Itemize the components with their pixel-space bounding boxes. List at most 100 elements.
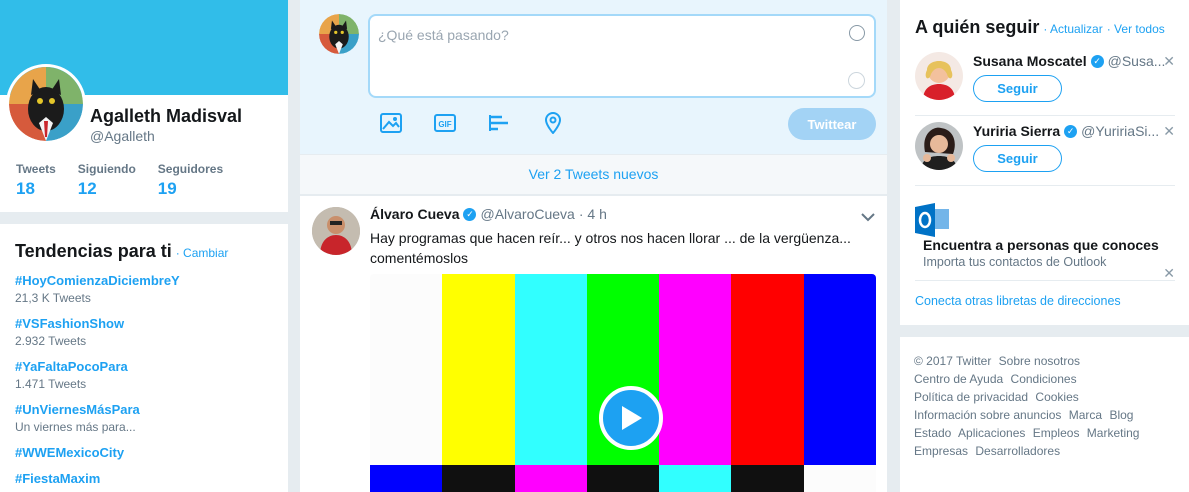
wtf-title: A quién seguir	[915, 17, 1040, 37]
trend-item[interactable]: #WWEMexicoCity	[15, 445, 273, 460]
footer-link[interactable]: Empleos	[1033, 426, 1080, 440]
color-bars-bottom	[370, 465, 876, 492]
tweet[interactable]: Álvaro Cueva ✓ @AlvaroCueva · 4 h Hay pr…	[300, 196, 887, 492]
user-handle[interactable]: @YuririaSi...	[1081, 123, 1159, 139]
footer-link[interactable]: Desarrolladores	[975, 444, 1060, 458]
user-handle[interactable]: @Susa...	[1108, 53, 1166, 69]
footer: © 2017 Twitter Sobre nosotros Centro de …	[900, 337, 1189, 492]
user-name-row: Yuriria Sierra ✓ @YuririaSi...	[973, 123, 1159, 139]
svg-text:GIF: GIF	[438, 120, 451, 129]
user-name[interactable]: Yuriria Sierra	[973, 123, 1060, 139]
tweet-video[interactable]	[370, 274, 876, 492]
footer-link[interactable]: Centro de Ayuda	[914, 372, 1003, 386]
chevron-down-icon[interactable]	[861, 209, 875, 222]
refresh-link[interactable]: · Actualizar	[1043, 22, 1102, 36]
footer-link[interactable]: Estado	[914, 426, 951, 440]
outlook-import[interactable]: Encuentra a personas que conoces Importa…	[915, 203, 1175, 281]
outlook-subtitle: Importa tus contactos de Outlook	[923, 255, 1107, 269]
tweet-text: Hay programas que hacen reír... y otros …	[370, 230, 851, 266]
location-icon[interactable]	[542, 112, 564, 134]
footer-link[interactable]: Marketing	[1087, 426, 1140, 440]
stat-label: Siguiendo	[77, 162, 136, 176]
dismiss-icon[interactable]: ✕	[1163, 265, 1175, 282]
footer-line: Información sobre anuncios Marca Blog	[914, 406, 1175, 424]
trend-name[interactable]: #VSFashionShow	[15, 316, 273, 331]
footer-link[interactable]: Condiciones	[1011, 372, 1077, 386]
trends-change-link[interactable]: · Cambiar	[176, 246, 229, 260]
trends-card: Tendencias para ti · Cambiar #HoyComienz…	[0, 224, 288, 492]
footer-line: Centro de Ayuda Condiciones	[914, 370, 1175, 388]
trend-item[interactable]: #UnViernesMásPara Un viernes más para...	[15, 402, 273, 434]
tweet-header: Álvaro Cueva ✓ @AlvaroCueva · 4 h	[370, 206, 607, 222]
composer-avatar[interactable]	[319, 14, 359, 54]
footer-link[interactable]: Blog	[1109, 408, 1133, 422]
stat-following[interactable]: Siguiendo 12	[78, 162, 136, 199]
trend-name[interactable]: #FiestaMaxim	[15, 471, 273, 486]
trend-meta: 21,3 K Tweets	[15, 291, 91, 305]
new-tweets-bar[interactable]: Ver 2 Tweets nuevos	[300, 155, 887, 194]
view-all-link[interactable]: · Ver todos	[1107, 22, 1165, 36]
image-icon[interactable]	[380, 112, 402, 134]
profile-handle[interactable]: @Agalleth	[90, 128, 155, 144]
footer-line: Política de privacidad Cookies	[914, 388, 1175, 406]
trends-header: Tendencias para ti · Cambiar	[15, 241, 273, 262]
footer-line: Estado Aplicaciones Empleos Marketing	[914, 424, 1175, 442]
gif-icon[interactable]: GIF	[434, 112, 456, 134]
compose-textbox[interactable]: ¿Qué está pasando?	[368, 14, 876, 98]
footer-link[interactable]: Información sobre anuncios	[914, 408, 1061, 422]
verified-badge-icon: ✓	[463, 207, 477, 221]
user-avatar[interactable]	[915, 52, 963, 100]
profile-stats: Tweets 18 Siguiendo 12 Seguidores 19	[16, 162, 245, 199]
user-name[interactable]: Susana Moscatel	[973, 53, 1087, 69]
dismiss-icon[interactable]: ✕	[1163, 123, 1175, 140]
compose-placeholder: ¿Qué está pasando?	[378, 27, 509, 43]
tweet-author-name[interactable]: Álvaro Cueva	[370, 206, 459, 222]
poll-icon[interactable]	[488, 112, 510, 134]
trend-name[interactable]: #WWEMexicoCity	[15, 445, 273, 460]
stat-tweets[interactable]: Tweets 18	[16, 162, 56, 199]
tweet-author-handle[interactable]: @AlvaroCueva	[480, 206, 574, 222]
who-to-follow-card: A quién seguir · Actualizar · Ver todos …	[900, 0, 1189, 325]
footer-link[interactable]: Política de privacidad	[914, 390, 1028, 404]
suggested-user: Yuriria Sierra ✓ @YuririaSi... ✕ Seguir	[915, 118, 1175, 186]
follow-button[interactable]: Seguir	[973, 75, 1062, 102]
follow-button[interactable]: Seguir	[973, 145, 1062, 172]
stat-value: 19	[157, 179, 177, 198]
footer-link[interactable]: Aplicaciones	[958, 426, 1025, 440]
tweet-button[interactable]: Twittear	[788, 108, 876, 140]
trend-item[interactable]: #YaFaltaPocoPara 1.471 Tweets	[15, 359, 273, 391]
outlook-title: Encuentra a personas que conoces	[923, 237, 1159, 253]
trend-item[interactable]: #HoyComienzaDiciembreY 21,3 K Tweets	[15, 273, 273, 305]
stat-label: Seguidores	[157, 162, 224, 176]
stat-followers[interactable]: Seguidores 19	[158, 162, 223, 199]
profile-name[interactable]: Agalleth Madisval	[90, 106, 242, 127]
outlook-icon	[915, 203, 951, 237]
tweet-avatar[interactable]	[312, 207, 360, 255]
play-icon[interactable]	[599, 386, 663, 450]
tweet-timestamp[interactable]: · 4 h	[579, 206, 607, 222]
footer-line: © 2017 Twitter Sobre nosotros	[914, 352, 1175, 370]
profile-avatar[interactable]	[6, 64, 86, 144]
footer-line: Empresas Desarrolladores	[914, 442, 1175, 460]
trend-name[interactable]: #YaFaltaPocoPara	[15, 359, 273, 374]
user-avatar[interactable]	[915, 122, 963, 170]
char-counter-icon	[848, 72, 865, 89]
connect-address-books-link[interactable]: Conecta otras libretas de direcciones	[915, 294, 1121, 308]
stat-value: 18	[16, 179, 35, 198]
trend-name[interactable]: #UnViernesMásPara	[15, 402, 273, 417]
footer-copyright: © 2017 Twitter	[914, 354, 992, 368]
trend-item[interactable]: #VSFashionShow 2.932 Tweets	[15, 316, 273, 348]
footer-link[interactable]: Empresas	[914, 444, 968, 458]
footer-link[interactable]: Cookies	[1035, 390, 1078, 404]
footer-link[interactable]: Sobre nosotros	[999, 354, 1080, 368]
trend-name[interactable]: #HoyComienzaDiciembreY	[15, 273, 273, 288]
profile-card: Agalleth Madisval @Agalleth Tweets 18 Si…	[0, 0, 288, 212]
suggested-user: Susana Moscatel ✓ @Susa... ✕ Seguir	[915, 48, 1175, 116]
trend-meta: 1.471 Tweets	[15, 377, 87, 391]
emoji-icon[interactable]	[849, 25, 865, 41]
dismiss-icon[interactable]: ✕	[1163, 53, 1175, 70]
footer-link[interactable]: Marca	[1069, 408, 1102, 422]
trend-item[interactable]: #FiestaMaxim	[15, 471, 273, 486]
trend-meta: Un viernes más para...	[15, 420, 136, 434]
verified-badge-icon: ✓	[1064, 124, 1078, 138]
